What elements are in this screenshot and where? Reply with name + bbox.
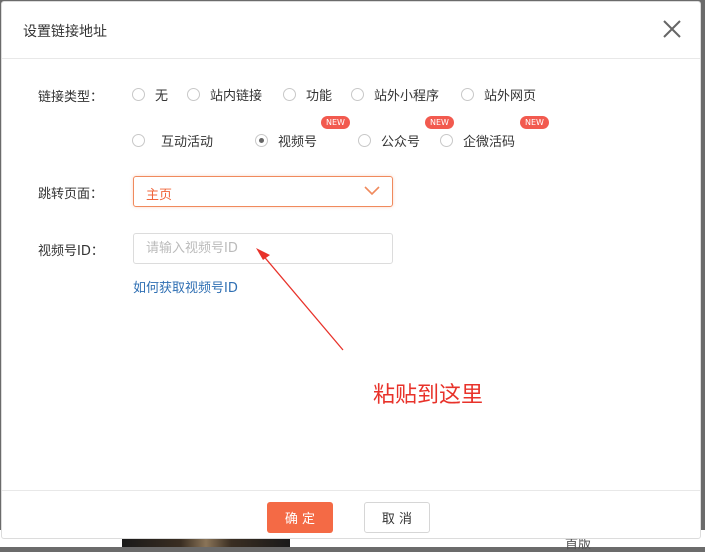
close-icon <box>663 20 681 38</box>
radio-label: 站外网页 <box>484 88 537 104</box>
dialog-title: 设置链接地址 <box>23 24 107 40</box>
confirm-button[interactable]: 确 定 <box>267 502 333 533</box>
cancel-button[interactable]: 取 消 <box>364 502 430 533</box>
radio-circle <box>132 87 145 101</box>
radio-circle <box>351 87 364 101</box>
radio-label: 企微活码 <box>463 134 516 150</box>
radio-option-function[interactable]: 功能 <box>283 84 332 104</box>
annotation-arrow <box>256 248 344 351</box>
radio-option-internal-link[interactable]: 站内链接 <box>187 84 262 104</box>
radio-option-channels[interactable]: 视频号 <box>255 130 317 150</box>
select-value: 主页 <box>146 188 173 203</box>
radio-label: 互动活动 <box>161 134 214 150</box>
radio-label: 站外小程序 <box>374 88 440 104</box>
radio-option-none[interactable]: 无 <box>132 84 168 104</box>
new-badge: NEW <box>321 116 350 129</box>
radio-option-interactive[interactable]: 互动活动 <box>132 130 213 150</box>
radio-option-external-web[interactable]: 站外网页 <box>461 84 536 104</box>
dialog-header: 设置链接地址 <box>2 2 700 59</box>
radio-option-mini-program[interactable]: 站外小程序 <box>351 84 439 104</box>
radio-circle <box>132 133 145 147</box>
jump-page-select[interactable]: 主页 <box>133 176 393 207</box>
jump-page-label: 跳转页面： <box>38 187 104 202</box>
close-button[interactable] <box>662 19 682 39</box>
radio-circle-selected <box>255 133 268 147</box>
link-settings-dialog: 设置链接地址 链接类型： 无 站内链接 功能 站外小程序 站外网页 互动活动 视… <box>1 1 701 539</box>
radio-option-official-account[interactable]: 公众号 <box>358 130 420 150</box>
new-badge: NEW <box>520 116 549 129</box>
new-badge: NEW <box>425 116 454 129</box>
help-link[interactable]: 如何获取视频号ID <box>133 277 238 296</box>
link-type-label: 链接类型： <box>38 90 104 105</box>
channel-id-label: 视频号ID： <box>38 244 104 259</box>
radio-label: 公众号 <box>381 134 421 150</box>
radio-circle <box>187 87 200 101</box>
radio-circle <box>440 133 453 147</box>
radio-label: 无 <box>155 88 169 104</box>
radio-label: 站内链接 <box>210 88 263 104</box>
radio-circle <box>283 87 296 101</box>
channel-id-input[interactable] <box>133 233 393 264</box>
radio-option-wecom-code[interactable]: 企微活码 <box>440 130 515 150</box>
chevron-down-icon <box>364 186 380 196</box>
radio-circle <box>358 133 371 147</box>
dialog-footer: 确 定 取 消 <box>2 490 700 540</box>
annotation-text: 粘贴到这里 <box>373 383 484 408</box>
radio-label: 视频号 <box>278 134 318 150</box>
radio-label: 功能 <box>306 88 333 104</box>
radio-circle <box>461 87 474 101</box>
